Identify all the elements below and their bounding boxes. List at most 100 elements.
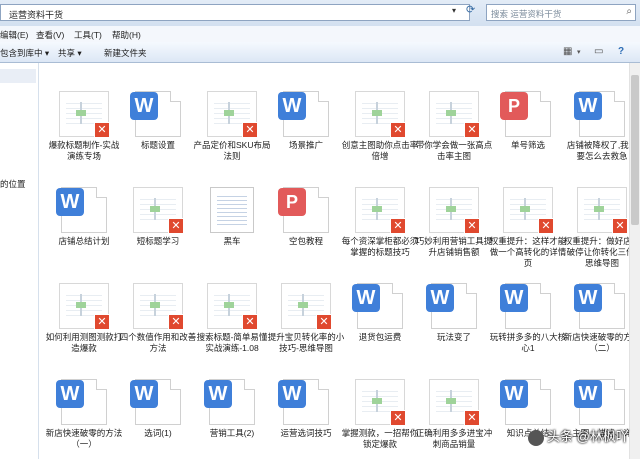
- mindmap-thumbnail: ✕: [133, 187, 184, 234]
- file-name: 提升宝贝转化率的小技巧-思维导图: [267, 332, 345, 353]
- file-item[interactable]: W 新店快速破零的方法（一）: [45, 375, 123, 471]
- file-list: ✕ 爆款标题制作-实战演练专场 W 标题设置 ✕ 产品定价和SKU布局法则 W 场景推广 ✕ 创意…: [39, 63, 640, 459]
- file-item[interactable]: W 玩法变了: [417, 279, 491, 375]
- search-input[interactable]: 搜索 运营资料干货 ⌕: [486, 4, 636, 21]
- xmind-badge-icon: ✕: [316, 314, 332, 330]
- xmind-badge-icon: ✕: [538, 218, 554, 234]
- file-item[interactable]: ✕ 如何利用测图测款打造爆款: [45, 279, 123, 375]
- file-item[interactable]: W 场景推广: [269, 87, 343, 183]
- address-dropdown-icon[interactable]: ▾: [452, 6, 456, 15]
- preview-pane-icon[interactable]: ▭: [594, 46, 606, 57]
- file-item[interactable]: W 新店快速破零的方法（二）: [564, 279, 640, 375]
- file-item[interactable]: ✕ 权重提升：做好店铺破停让你转化三倍-思维导图: [564, 183, 640, 279]
- mindmap-thumbnail: ✕: [133, 283, 184, 330]
- menu-view[interactable]: 查看(V): [36, 29, 64, 41]
- pdf-document-icon: P: [278, 187, 329, 233]
- text-document-icon: [210, 187, 254, 233]
- file-item[interactable]: ✕ 巧妙利用营销工具提升店铺销售额: [416, 183, 492, 279]
- file-item[interactable]: W 选词(1): [121, 375, 195, 471]
- file-item[interactable]: W 运营选词技巧: [269, 375, 343, 471]
- address-path-field[interactable]: 运营资料干货: [0, 4, 470, 21]
- file-item[interactable]: W 退货包运费: [343, 279, 417, 375]
- xmind-badge-icon: ✕: [390, 218, 406, 234]
- file-item[interactable]: ✕ 每个资深掌柜都必须掌握的标题技巧: [341, 183, 419, 279]
- mindmap-thumbnail: ✕: [59, 91, 110, 138]
- search-icon[interactable]: ⌕: [626, 6, 632, 17]
- file-name: 爆款标题制作-实战演练专场: [48, 140, 120, 161]
- file-item[interactable]: ✕ 掌握测款，一招帮你锁定爆款: [341, 375, 419, 471]
- nav-selected-item[interactable]: [0, 69, 36, 83]
- pdf-document-icon: P: [500, 91, 551, 137]
- file-item[interactable]: W 店铺被降权了,我们要怎么去救急: [565, 87, 639, 183]
- file-name: 退货包运费: [358, 332, 402, 342]
- file-name: 搜索标题-简单易懂实战演练-1.08: [196, 332, 268, 353]
- file-item[interactable]: ✕ 短标题学习: [121, 183, 195, 279]
- word-document-icon: W: [574, 379, 625, 425]
- help-icon[interactable]: ?: [618, 46, 630, 57]
- file-item[interactable]: W 标题设置: [121, 87, 195, 183]
- file-item[interactable]: ✕ 产品定价和SKU布局法则: [194, 87, 270, 183]
- file-item[interactable]: ✕ 提升宝贝转化率的小技巧-思维导图: [267, 279, 345, 375]
- file-item[interactable]: ✕ 爆款标题制作-实战演练专场: [47, 87, 121, 183]
- word-document-icon: W: [500, 283, 551, 329]
- mindmap-thumbnail: ✕: [207, 283, 258, 330]
- xmind-badge-icon: ✕: [390, 410, 406, 426]
- word-document-icon: W: [574, 283, 625, 329]
- view-dropdown-icon[interactable]: ▾: [577, 48, 589, 59]
- file-item[interactable]: ✕ 四个数值作用和改善方法: [119, 279, 197, 375]
- file-item[interactable]: ✕ 权重提升：这样才能做一个高转化的详情页: [490, 183, 566, 279]
- file-name: 正确利用多多进宝冲刺商品销量: [415, 428, 493, 449]
- file-item[interactable]: P 空包教程: [269, 183, 343, 279]
- menu-help[interactable]: 帮助(H): [112, 29, 141, 41]
- mindmap-thumbnail: ✕: [429, 187, 480, 234]
- file-name: 新店快速破零的方法（一）: [45, 428, 123, 449]
- nav-item-location[interactable]: 的位置: [0, 178, 26, 190]
- scrollbar-thumb[interactable]: [631, 75, 639, 225]
- navigation-pane: 的位置: [0, 63, 39, 459]
- file-name: 标题设置: [140, 140, 175, 150]
- new-folder-button[interactable]: 新建文件夹: [104, 47, 147, 59]
- file-name: 如何利用测图测款打造爆款: [45, 332, 123, 353]
- file-item[interactable]: W 店铺总结计划: [47, 183, 121, 279]
- mindmap-thumbnail: ✕: [207, 91, 258, 138]
- file-name: 四个数值作用和改善方法: [119, 332, 197, 353]
- include-in-library-button[interactable]: 包含到库中 ▾: [0, 47, 49, 59]
- mindmap-thumbnail: ✕: [577, 187, 628, 234]
- file-item[interactable]: W 营销工具(2): [195, 375, 269, 471]
- word-document-icon: W: [278, 91, 329, 137]
- mindmap-thumbnail: ✕: [503, 187, 554, 234]
- file-item[interactable]: W 玩转拼多多的八大核心1: [490, 279, 566, 375]
- xmind-badge-icon: ✕: [390, 122, 406, 138]
- file-name: 场景推广: [288, 140, 323, 150]
- word-document-icon: W: [56, 187, 107, 233]
- mindmap-thumbnail: ✕: [429, 379, 480, 426]
- xmind-badge-icon: ✕: [464, 122, 480, 138]
- file-name: 营销工具(2): [209, 428, 255, 438]
- file-item[interactable]: W 主图、描述、详: [565, 375, 639, 471]
- file-name: 短标题学习: [136, 236, 180, 246]
- file-item[interactable]: ✕ 正确利用多多进宝冲刺商品销量: [415, 375, 493, 471]
- menu-edit[interactable]: 编辑(E): [0, 29, 28, 41]
- mindmap-thumbnail: ✕: [355, 187, 406, 234]
- word-document-icon: W: [204, 379, 255, 425]
- mindmap-thumbnail: ✕: [59, 283, 110, 330]
- file-item[interactable]: 黑车: [195, 183, 269, 279]
- file-name: 掌握测款，一招帮你锁定爆款: [341, 428, 419, 449]
- share-button[interactable]: 共享 ▾: [58, 47, 82, 59]
- file-item[interactable]: W 知识点总结: [491, 375, 565, 471]
- menu-tools[interactable]: 工具(T): [74, 29, 102, 41]
- word-document-icon: W: [352, 283, 403, 329]
- file-item[interactable]: P 单号筛选: [491, 87, 565, 183]
- watermark-text: 头条 @林枫吖: [547, 429, 629, 444]
- vertical-scrollbar[interactable]: [629, 63, 640, 459]
- view-options-icon[interactable]: ▦: [563, 46, 575, 57]
- mindmap-thumbnail: ✕: [355, 91, 406, 138]
- file-item[interactable]: ✕ 创意主图助你点击率倍增: [342, 87, 418, 183]
- file-item[interactable]: ✕ 搜索标题-简单易懂实战演练-1.08: [195, 279, 269, 375]
- file-name: 黑车: [223, 236, 241, 246]
- file-name: 玩法变了: [436, 332, 471, 342]
- xmind-badge-icon: ✕: [612, 218, 628, 234]
- file-name: 每个资深掌柜都必须掌握的标题技巧: [341, 236, 419, 257]
- file-item[interactable]: ✕ 带你学会做一张高点击率主图: [416, 87, 492, 183]
- refresh-icon[interactable]: ⟳: [466, 3, 482, 21]
